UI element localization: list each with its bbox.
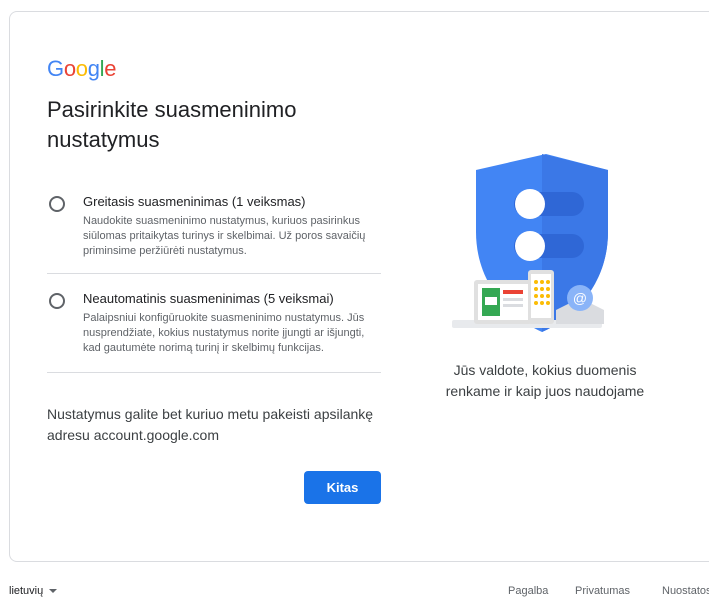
next-button[interactable]: Kitas: [304, 471, 381, 504]
divider: [47, 372, 381, 373]
option-description: Palaipsniui konfigūruokite suasmeninimo …: [83, 312, 365, 354]
logo-letter: o: [63, 56, 76, 81]
option-title[interactable]: Greitasis suasmeninimas (1 veiksmas): [83, 194, 306, 209]
logo-letter: G: [47, 56, 64, 81]
logo-letter: g: [87, 56, 100, 81]
chevron-down-icon: [49, 589, 58, 594]
page-title: Pasirinkite suasmeninimo nustatymus: [47, 97, 297, 152]
logo-letter: e: [104, 56, 117, 81]
svg-text:@: @: [573, 290, 587, 306]
footer-link-terms[interactable]: Nuostatos: [662, 585, 709, 597]
page: Google Pasirinkite suasmeninimo nustatym…: [0, 0, 709, 597]
footer-link-privacy[interactable]: Privatumas: [575, 585, 630, 597]
google-logo: Google: [47, 56, 116, 82]
logo-letter: o: [75, 56, 88, 81]
illustration-caption: Jūs valdote, kokius duomenis renkame ir …: [445, 362, 645, 399]
language-label: lietuvių: [9, 585, 44, 597]
footer-link-help[interactable]: Pagalba: [508, 585, 548, 597]
privacy-shield-icon: @: [448, 152, 618, 342]
option-description: Naudokite suasmeninimo nustatymus, kuriu…: [83, 215, 366, 257]
language-selector[interactable]: lietuvių: [9, 585, 58, 597]
radio-express[interactable]: [49, 196, 65, 212]
settings-footnote: Nustatymus galite bet kuriuo metu pakeis…: [47, 406, 374, 443]
option-title[interactable]: Neautomatinis suasmeninimas (5 veiksmai): [83, 291, 334, 306]
divider: [47, 273, 381, 274]
radio-manual[interactable]: [49, 293, 65, 309]
